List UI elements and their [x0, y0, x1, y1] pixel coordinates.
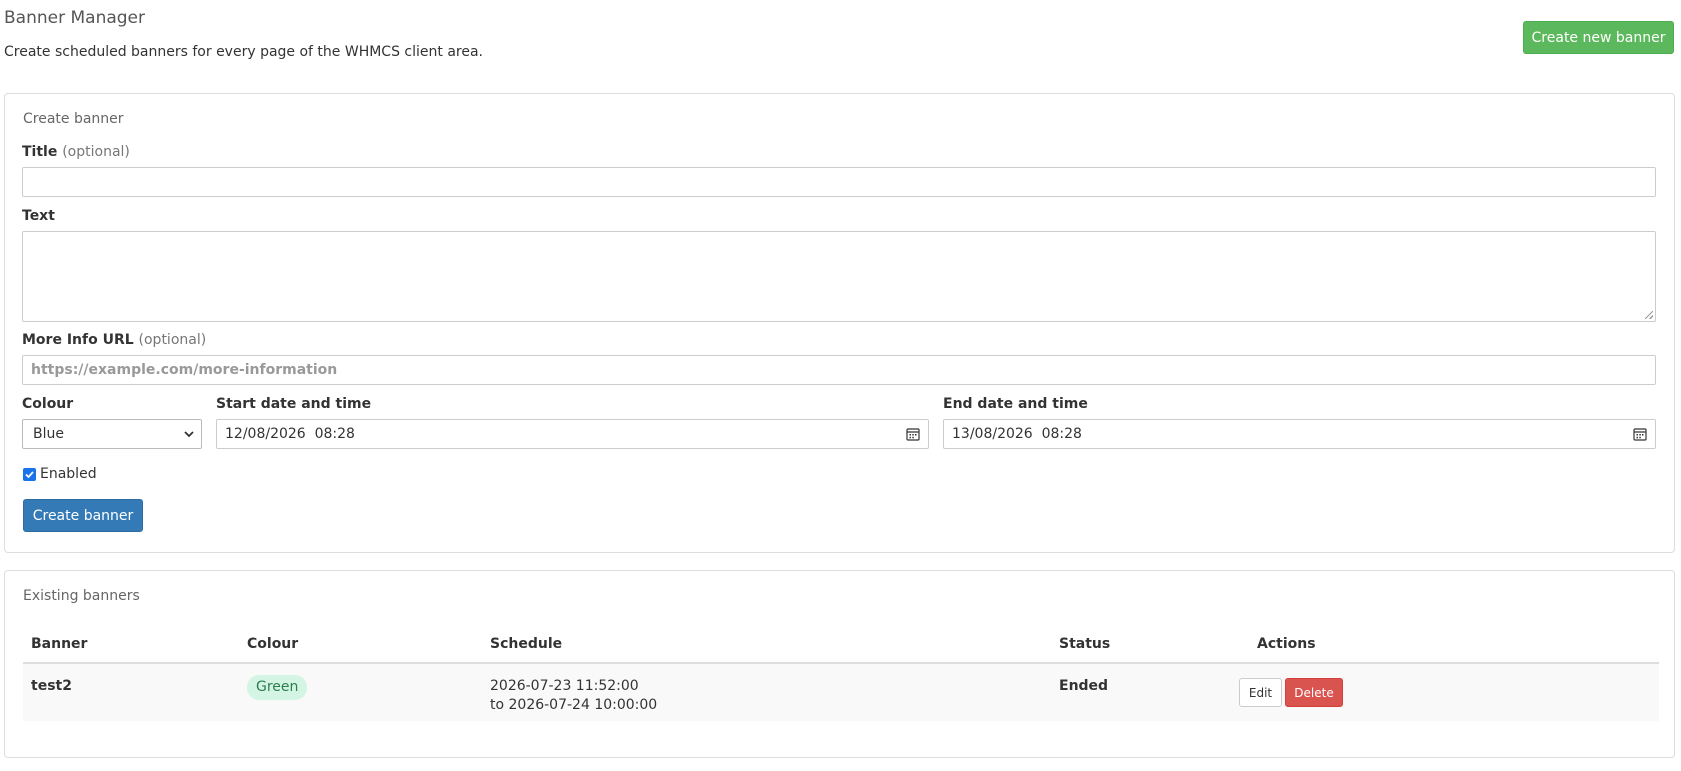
enabled-label[interactable]: Enabled — [40, 466, 97, 482]
colour-label: Colour — [22, 396, 74, 412]
create-banner-panel: Create banner Title (optional) Text More… — [4, 93, 1675, 553]
text-label: Text — [22, 208, 55, 224]
column-header-schedule: Schedule — [490, 636, 563, 652]
status-value: Ended — [1059, 678, 1109, 694]
column-header-colour: Colour — [247, 636, 299, 652]
resize-grip-icon[interactable] — [1645, 311, 1653, 319]
text-textarea[interactable] — [22, 231, 1656, 322]
end-datetime-input[interactable]: 13/08/2026 08:28 — [943, 419, 1656, 449]
title-input[interactable] — [22, 167, 1656, 197]
start-datetime-input[interactable]: 12/08/2026 08:28 — [216, 419, 929, 449]
checkmark-icon — [25, 471, 34, 479]
end-datetime-value: 13/08/2026 08:28 — [952, 426, 1082, 442]
url-input[interactable]: https://example.com/more-information — [22, 355, 1656, 385]
create-banner-button[interactable]: Create banner — [23, 499, 143, 532]
start-date-label: Start date and time — [216, 396, 372, 412]
page: Banner Manager Create scheduled banners … — [0, 0, 1681, 771]
existing-banners-heading: Existing banners — [23, 588, 140, 604]
calendar-icon[interactable] — [1633, 427, 1647, 441]
title-label: Title (optional) — [22, 144, 130, 160]
create-banner-heading: Create banner — [23, 111, 124, 127]
colour-select-value: Blue — [33, 426, 64, 442]
enabled-checkbox[interactable] — [23, 468, 36, 481]
column-header-banner: Banner — [31, 636, 88, 652]
delete-button[interactable]: Delete — [1285, 678, 1343, 707]
title-optional-hint: (optional) — [62, 144, 130, 160]
schedule-end: to 2026-07-24 10:00:00 — [490, 697, 658, 713]
title-label-text: Title — [22, 144, 58, 160]
existing-banners-panel: Existing banners Banner Colour Schedule … — [4, 570, 1675, 758]
start-datetime-value: 12/08/2026 08:28 — [225, 426, 355, 442]
column-header-status: Status — [1059, 636, 1111, 652]
colour-select[interactable]: Blue — [22, 419, 202, 449]
url-label: More Info URL (optional) — [22, 332, 206, 348]
colour-badge: Green — [247, 675, 308, 700]
schedule-start: 2026-07-23 11:52:00 — [490, 678, 639, 694]
column-header-actions: Actions — [1257, 636, 1316, 652]
page-title: Banner Manager — [4, 8, 145, 28]
calendar-icon[interactable] — [906, 427, 920, 441]
url-optional-hint: (optional) — [138, 332, 207, 348]
chevron-down-icon — [184, 431, 194, 438]
edit-button[interactable]: Edit — [1239, 678, 1282, 707]
end-date-label: End date and time — [943, 396, 1088, 412]
banner-name: test2 — [31, 678, 72, 694]
create-new-banner-button[interactable]: Create new banner — [1523, 21, 1674, 54]
url-label-text: More Info URL — [22, 332, 134, 348]
page-description: Create scheduled banners for every page … — [4, 44, 483, 60]
